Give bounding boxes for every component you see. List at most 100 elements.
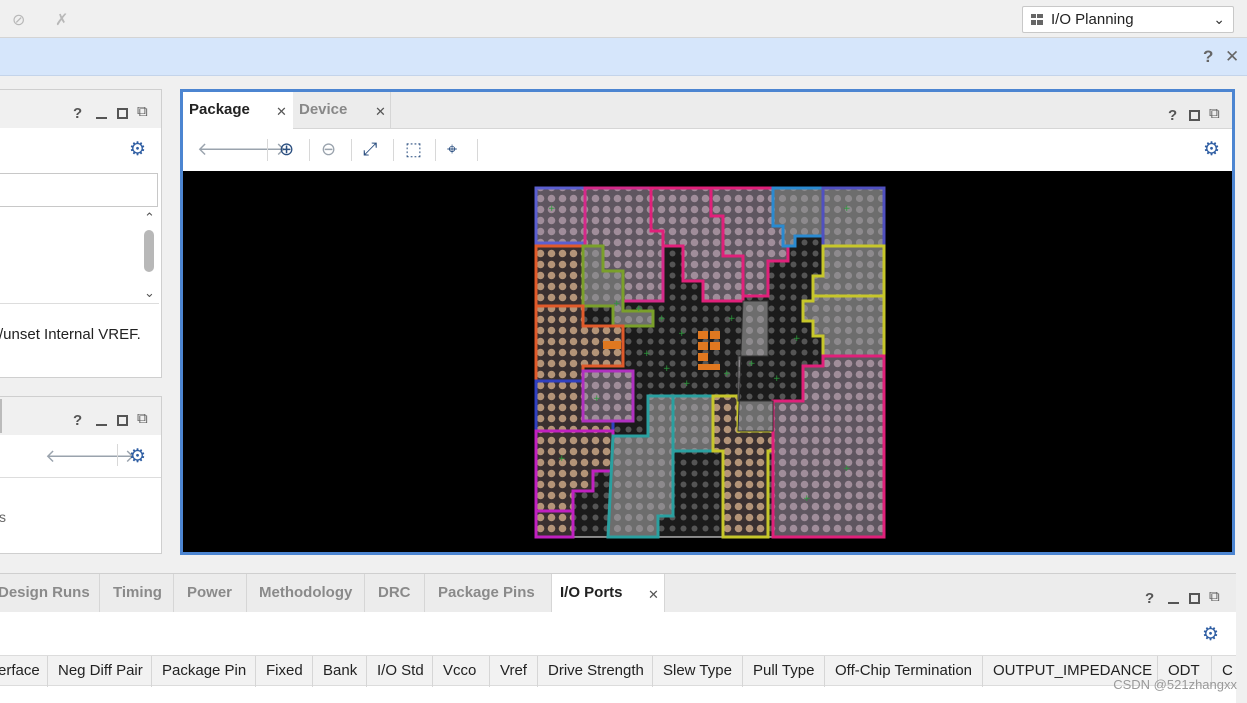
tab-package[interactable]: Package ✕ xyxy=(183,92,293,129)
column-slew-type[interactable]: Slew Type xyxy=(653,656,743,687)
float-icon[interactable]: ⧉ xyxy=(137,103,148,120)
scroll-up-icon[interactable]: ⌃ xyxy=(144,210,155,226)
column-interface[interactable]: erface xyxy=(0,656,48,687)
float-icon[interactable]: ⧉ xyxy=(137,410,148,427)
autofit-selection-icon[interactable]: ⌖ xyxy=(447,139,457,160)
tab-io-ports[interactable]: I/O Ports ✕ xyxy=(552,574,665,612)
minimize-icon[interactable] xyxy=(96,117,107,119)
unconfigured-icon: ⊘ xyxy=(12,12,26,29)
help-icon[interactable]: ? xyxy=(73,412,82,429)
svg-text:+: + xyxy=(843,464,851,474)
info-bar: ? ✕ xyxy=(0,38,1247,76)
svg-text:+: + xyxy=(728,314,736,324)
column-off-chip-termination[interactable]: Off-Chip Termination xyxy=(825,656,983,687)
column-bank[interactable]: Bank xyxy=(313,656,367,687)
gear-icon[interactable]: ⚙ xyxy=(129,445,146,468)
svg-text:+: + xyxy=(613,299,621,309)
tab-label: Timing xyxy=(113,584,162,601)
help-icon[interactable]: ? xyxy=(1145,590,1154,607)
separator xyxy=(267,139,268,161)
help-icon[interactable]: ? xyxy=(1203,47,1213,67)
scrollbar-thumb[interactable] xyxy=(144,230,154,272)
column-package-pin[interactable]: Package Pin xyxy=(152,656,256,687)
package-canvas[interactable]: + + + + + + + + + + + + + + + + + + xyxy=(183,171,1232,552)
scroll-down-icon[interactable]: ⌄ xyxy=(144,285,155,301)
tab-label: Device xyxy=(299,101,348,118)
main-toolbar: ⊘ ✗ I/O Planning ⌄ xyxy=(0,0,1247,38)
package-window: Package ✕ Device ✕ ? ⧉ 🡐 🡒 ⊕ ⊖ ⤢ ⬚ ⌖ ⚙ +… xyxy=(180,89,1235,555)
tab-label: Methodology xyxy=(259,584,353,601)
separator xyxy=(309,139,310,161)
tab-power[interactable]: Power xyxy=(174,574,247,612)
svg-text:+: + xyxy=(773,374,781,384)
layout-select[interactable]: I/O Planning ⌄ xyxy=(1022,6,1234,33)
status-text: s xyxy=(0,509,6,525)
float-icon[interactable]: ⧉ xyxy=(1209,588,1220,605)
tab-label: I/O Ports xyxy=(560,584,623,601)
svg-text:+: + xyxy=(593,394,601,404)
column-vref[interactable]: Vref xyxy=(490,656,538,687)
svg-text:+: + xyxy=(793,334,801,344)
tab-drc[interactable]: DRC xyxy=(365,574,425,612)
maximize-icon[interactable] xyxy=(117,415,128,426)
layout-select-value: I/O Planning xyxy=(1051,11,1134,28)
tab-package-pins[interactable]: Package Pins xyxy=(425,574,552,612)
svg-text:+: + xyxy=(635,304,643,314)
table-header: erface Neg Diff Pair Package Pin Fixed B… xyxy=(0,655,1236,687)
help-icon[interactable]: ? xyxy=(73,105,82,122)
close-icon[interactable]: ✕ xyxy=(1225,47,1239,67)
zoom-fit-icon[interactable]: ⤢ xyxy=(363,139,377,160)
gear-icon[interactable]: ⚙ xyxy=(129,138,146,161)
tab-timing[interactable]: Timing xyxy=(100,574,174,612)
minimize-icon[interactable] xyxy=(1168,602,1179,604)
gear-icon[interactable]: ⚙ xyxy=(1203,138,1220,161)
left-panel-bottom: ? ⧉ 🡐 🡒 ⚙ s xyxy=(0,396,162,554)
bottom-panel: Design Runs Timing Power Methodology DRC… xyxy=(0,573,1236,703)
minimize-icon[interactable] xyxy=(96,424,107,426)
gear-icon[interactable]: ⚙ xyxy=(1202,623,1219,646)
help-icon[interactable]: ? xyxy=(1168,107,1177,124)
column-pull-type[interactable]: Pull Type xyxy=(743,656,825,687)
maximize-icon[interactable] xyxy=(117,108,128,119)
tab-design-runs[interactable]: Design Runs xyxy=(0,574,100,612)
close-icon[interactable]: ✕ xyxy=(276,104,287,120)
separator xyxy=(435,139,436,161)
svg-text:+: + xyxy=(723,369,731,379)
disconnect-icon: ✗ xyxy=(55,12,69,29)
column-io-std[interactable]: I/O Std xyxy=(367,656,433,687)
maximize-icon[interactable] xyxy=(1189,110,1200,121)
svg-text:+: + xyxy=(643,349,651,359)
package-pin-map[interactable]: + + + + + + + + + + + + + + + + + + xyxy=(183,171,1232,552)
svg-text:+: + xyxy=(558,454,566,464)
svg-text:+: + xyxy=(843,204,851,214)
package-tab-bar: Package ✕ Device ✕ ? ⧉ xyxy=(183,92,1232,129)
close-icon[interactable]: ✕ xyxy=(648,587,659,603)
maximize-icon[interactable] xyxy=(1189,593,1200,604)
tab-label: Power xyxy=(187,584,233,601)
zoom-area-icon[interactable]: ⬚ xyxy=(405,139,422,160)
tab-methodology[interactable]: Methodology xyxy=(247,574,365,612)
zoom-in-icon[interactable]: ⊕ xyxy=(279,139,294,160)
separator xyxy=(477,139,478,161)
search-input[interactable] xyxy=(0,173,158,207)
column-drive-strength[interactable]: Drive Strength xyxy=(538,656,653,687)
watermark: CSDN @521zhangxx xyxy=(1113,677,1237,692)
separator xyxy=(351,139,352,161)
tab-stub xyxy=(0,399,2,433)
tab-label: DRC xyxy=(378,584,411,601)
svg-text:+: + xyxy=(683,379,691,389)
separator xyxy=(117,444,118,466)
column-fixed[interactable]: Fixed xyxy=(256,656,313,687)
svg-text:+: + xyxy=(748,359,756,369)
column-neg-diff-pair[interactable]: Neg Diff Pair xyxy=(48,656,152,687)
status-text: /unset Internal VREF. xyxy=(0,326,141,343)
left-panel-top: ? ⧉ ⚙ ⌃ ⌄ /unset Internal VREF. xyxy=(0,89,162,378)
svg-text:+: + xyxy=(803,494,811,504)
tab-device[interactable]: Device ✕ xyxy=(293,92,391,129)
bottom-tab-bar: Design Runs Timing Power Methodology DRC… xyxy=(0,574,1236,612)
close-icon[interactable]: ✕ xyxy=(375,104,386,120)
float-icon[interactable]: ⧉ xyxy=(1209,105,1220,122)
zoom-out-icon[interactable]: ⊖ xyxy=(321,139,336,160)
column-vcco[interactable]: Vcco xyxy=(433,656,490,687)
svg-text:+: + xyxy=(658,314,666,324)
